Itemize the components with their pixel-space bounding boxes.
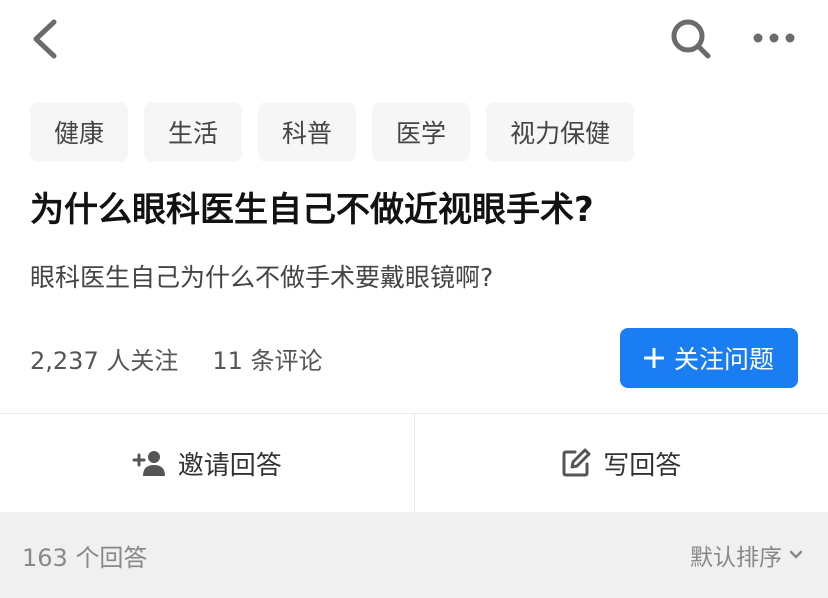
followers-count[interactable]: 2,237 人关注	[30, 341, 178, 376]
follow-question-label: 关注问题	[673, 345, 774, 374]
tag-science[interactable]: 科普	[258, 102, 357, 162]
sort-dropdown[interactable]: 默认排序	[690, 538, 804, 572]
tag-life[interactable]: 生活	[144, 102, 243, 162]
question-stats: 2,237 人关注 11 条评论	[30, 336, 323, 380]
search-icon	[671, 19, 711, 59]
comments-count[interactable]: 11 条评论	[212, 341, 322, 376]
answers-bar: 163 个回答 默认排序	[0, 512, 828, 598]
answers-count: 163 个回答	[22, 543, 148, 572]
tag-health[interactable]: 健康	[30, 102, 129, 162]
answer-actions: 邀请回答 写回答	[0, 414, 828, 512]
add-user-icon	[132, 451, 165, 476]
invite-answer-label: 邀请回答	[177, 450, 282, 481]
chevron-left-icon	[33, 19, 57, 59]
question-title: 为什么眼科医生自己不做近视眼手术?	[30, 190, 594, 230]
invite-answer-button[interactable]: 邀请回答	[0, 414, 414, 512]
chevron-down-icon	[789, 550, 803, 559]
top-bar	[0, 0, 828, 80]
back-button[interactable]	[26, 16, 66, 62]
more-horizontal-icon	[753, 33, 795, 43]
question-detail[interactable]: 眼科医生自己为什么不做手术要戴眼镜啊?	[30, 256, 810, 300]
tag-eye-care[interactable]: 视力保健	[486, 102, 635, 162]
write-answer-label: 写回答	[603, 450, 682, 481]
search-button[interactable]	[668, 16, 714, 62]
sort-label: 默认排序	[690, 545, 782, 571]
more-button[interactable]	[748, 20, 800, 56]
plus-icon	[643, 348, 664, 368]
topic-tags: 健康 生活 科普 医学 视力保健	[30, 102, 635, 162]
write-answer-button[interactable]: 写回答	[415, 414, 828, 512]
tag-medicine[interactable]: 医学	[372, 102, 471, 162]
follow-question-button[interactable]: 关注问题	[620, 328, 798, 388]
edit-icon	[562, 448, 591, 477]
